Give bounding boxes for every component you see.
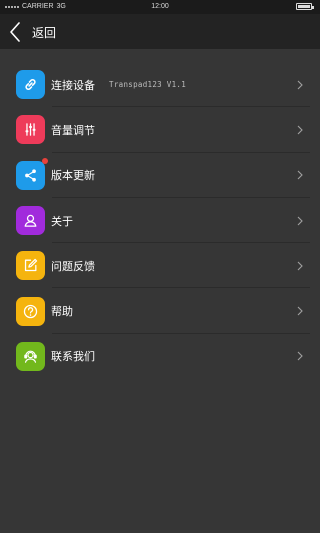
- icon-tile: [16, 70, 45, 100]
- menu-item-label: 联系我们: [51, 350, 95, 364]
- help-icon: [23, 304, 38, 318]
- nav-bar: 返回: [0, 14, 320, 49]
- menu-item-label: 关于: [51, 214, 73, 228]
- share-icon: [25, 169, 36, 182]
- back-button[interactable]: 返回: [8, 18, 56, 46]
- chevron-right-icon: [297, 352, 303, 361]
- back-label: 返回: [32, 25, 57, 40]
- menu-item-label: 问题反馈: [51, 259, 95, 273]
- icon-tile: [16, 157, 48, 190]
- menu-item-about[interactable]: 关于: [0, 198, 320, 244]
- menu-item-volume[interactable]: 音量调节: [0, 107, 320, 153]
- menu-item-label: 帮助: [51, 305, 73, 319]
- menu-item-help[interactable]: 帮助: [0, 288, 320, 335]
- battery-icon: [296, 3, 314, 10]
- edit-icon: [24, 259, 38, 272]
- headset-icon: [24, 350, 37, 363]
- menu-item-contact-us[interactable]: 联系我们: [0, 334, 320, 379]
- icon-tile: [16, 206, 45, 236]
- chevron-left-icon: [10, 22, 20, 42]
- chevron-right-icon: [297, 125, 303, 135]
- status-time: 12:00: [151, 3, 169, 10]
- link-icon: [25, 79, 36, 91]
- menu-item-label: 连接设备: [51, 78, 95, 92]
- user-icon: [24, 214, 37, 227]
- icon-tile: [16, 115, 45, 145]
- menu-item-label: 版本更新: [51, 169, 95, 183]
- device-version-value: Transpad123 V1.1: [109, 80, 187, 90]
- menu-item-version-update[interactable]: 版本更新: [0, 153, 320, 199]
- icon-tile: [16, 341, 45, 371]
- menu-item-connect-device[interactable]: 连接设备 Transpad123 V1.1: [0, 62, 320, 108]
- chevron-right-icon: [297, 80, 303, 90]
- chevron-right-icon: [297, 216, 303, 225]
- icon-tile: [16, 296, 45, 326]
- menu-item-feedback[interactable]: 问题反馈: [0, 243, 320, 289]
- update-badge: [42, 157, 48, 164]
- chevron-right-icon: [297, 170, 303, 180]
- status-bar: CARRIER 3G 12:00: [0, 0, 320, 14]
- menu-item-label: 音量调节: [51, 123, 95, 137]
- sliders-icon: [25, 123, 36, 137]
- chevron-right-icon: [297, 261, 303, 271]
- chevron-right-icon: [297, 306, 303, 316]
- icon-tile: [16, 251, 45, 281]
- settings-menu: 连接设备 Transpad123 V1.1 音量调节 版本更新 关于 问题反馈 …: [0, 62, 320, 379]
